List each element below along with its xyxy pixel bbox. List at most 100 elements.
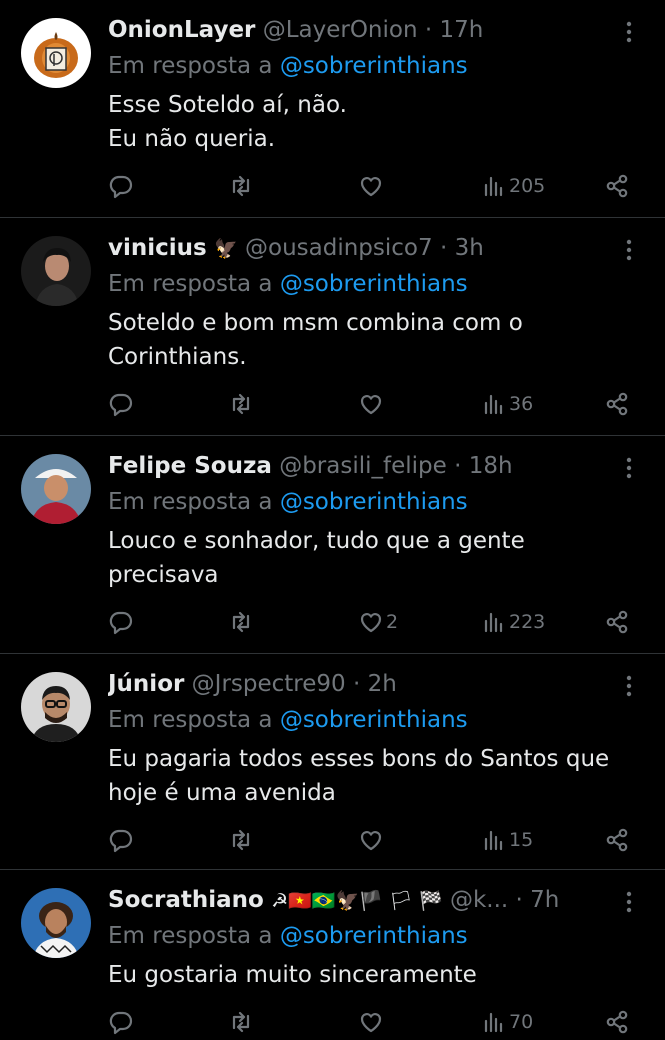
share-button[interactable] [604,604,630,640]
user-handle[interactable]: @brasili_felipe [279,453,447,479]
tweet-header: vinicius 🦅 @ousadinpsico7 · 3h [108,232,608,264]
tweet[interactable]: Felipe Souza @brasili_felipe · 18h Em re… [0,436,665,654]
share-button[interactable] [604,822,630,858]
timestamp[interactable]: 2h [368,671,397,697]
heart-icon [360,1013,382,1033]
tweet-actions: 2 223 [0,604,665,640]
more-options-button[interactable] [617,888,641,916]
view-count: 70 [509,1011,534,1033]
reply-mention-link[interactable]: @sobrerinthians [280,53,468,79]
retweet-button[interactable] [228,386,254,422]
reply-button[interactable] [108,168,134,204]
share-button[interactable] [604,1004,630,1040]
user-handle[interactable]: @ousadinpsico7 [245,235,433,261]
avatar[interactable] [21,888,91,958]
views-button[interactable]: 205 [481,168,545,204]
views-button[interactable]: 223 [481,604,545,640]
views-button[interactable]: 36 [481,386,533,422]
more-options-button[interactable] [617,18,641,46]
like-button[interactable] [358,1004,386,1040]
views-icon [484,830,503,851]
timestamp[interactable]: 17h [440,17,484,43]
reply-context: Em resposta a @sobrerinthians [108,268,468,300]
reply-button[interactable] [108,386,134,422]
more-vertical-icon [626,239,632,261]
reply-prefix: Em resposta a [108,707,273,733]
avatar[interactable] [21,454,91,524]
like-button[interactable]: 2 [358,604,398,640]
views-icon [484,394,503,415]
reply-button[interactable] [108,1004,134,1040]
avatar[interactable] [21,18,91,88]
display-name[interactable]: Socrathiano [108,887,264,913]
avatar[interactable] [21,672,91,742]
views-button[interactable]: 70 [481,1004,533,1040]
more-vertical-icon [626,891,632,913]
like-button[interactable] [358,822,386,858]
tweet-actions: 15 [0,822,665,858]
timestamp[interactable]: 3h [455,235,484,261]
retweet-button[interactable] [228,168,254,204]
tweet-actions: 36 [0,386,665,422]
user-photo-avatar [21,672,91,742]
tweet-header: Júnior @Jrspectre90 · 2h [108,668,608,700]
user-handle[interactable]: @LayerOnion [263,17,418,43]
display-name[interactable]: Júnior [108,671,184,697]
more-options-button[interactable] [617,236,641,264]
avatar[interactable] [21,236,91,306]
like-button[interactable] [358,386,386,422]
retweet-icon [232,611,250,633]
user-handle[interactable]: @k... [450,887,508,913]
reply-icon [109,393,133,417]
separator-dot: · [424,17,433,43]
view-count: 15 [509,829,534,851]
tweet-text: Louco e sonhador, tudo que a gente preci… [108,528,525,588]
retweet-button[interactable] [228,1004,254,1040]
tweet-header: Socrathiano ☭🇻🇳🇧🇷🦅🏴 🏳 🏁 @k... · 7h [108,884,608,916]
tweet-text: Eu pagaria todos esses bons do Santos qu… [108,746,610,806]
tweet[interactable]: Júnior @Jrspectre90 · 2h Em resposta a @… [0,654,665,870]
reply-mention-link[interactable]: @sobrerinthians [280,923,468,949]
reply-prefix: Em resposta a [108,53,273,79]
heart-icon [360,177,382,197]
share-icon [606,828,628,852]
views-icon [484,612,503,633]
retweet-icon [232,393,250,415]
user-photo-avatar [21,454,91,524]
retweet-icon [232,829,250,851]
tweet[interactable]: OnionLayer @LayerOnion · 17h Em resposta… [0,0,665,218]
share-button[interactable] [604,168,630,204]
display-name[interactable]: Felipe Souza [108,453,272,479]
tweet[interactable]: Socrathiano ☭🇻🇳🇧🇷🦅🏴 🏳 🏁 @k... · 7h Em re… [0,870,665,1035]
timestamp[interactable]: 18h [469,453,513,479]
reply-mention-link[interactable]: @sobrerinthians [280,489,468,515]
heart-icon [360,831,382,851]
more-vertical-icon [626,675,632,697]
tweet[interactable]: vinicius 🦅 @ousadinpsico7 · 3h Em respos… [0,218,665,436]
share-button[interactable] [604,386,630,422]
user-handle[interactable]: @Jrspectre90 [192,671,346,697]
tweet-header: Felipe Souza @brasili_felipe · 18h [108,450,608,482]
like-count: 2 [386,611,399,633]
more-options-button[interactable] [617,454,641,482]
like-button[interactable] [358,168,386,204]
display-name[interactable]: OnionLayer [108,17,255,43]
reply-button[interactable] [108,822,134,858]
reply-mention-link[interactable]: @sobrerinthians [280,271,468,297]
reply-mention-link[interactable]: @sobrerinthians [280,707,468,733]
tweet-header: OnionLayer @LayerOnion · 17h [108,14,608,46]
reply-button[interactable] [108,604,134,640]
share-icon [606,1010,628,1034]
separator-dot: · [454,453,462,479]
share-icon [606,392,628,416]
display-name[interactable]: vinicius [108,235,207,261]
more-options-button[interactable] [617,672,641,700]
timestamp[interactable]: 7h [530,887,559,913]
heart-icon [360,395,382,415]
view-count: 205 [509,175,546,197]
retweet-button[interactable] [228,822,254,858]
separator-dot: · [439,235,448,261]
views-button[interactable]: 15 [481,822,533,858]
share-icon [606,174,628,198]
retweet-button[interactable] [228,604,254,640]
